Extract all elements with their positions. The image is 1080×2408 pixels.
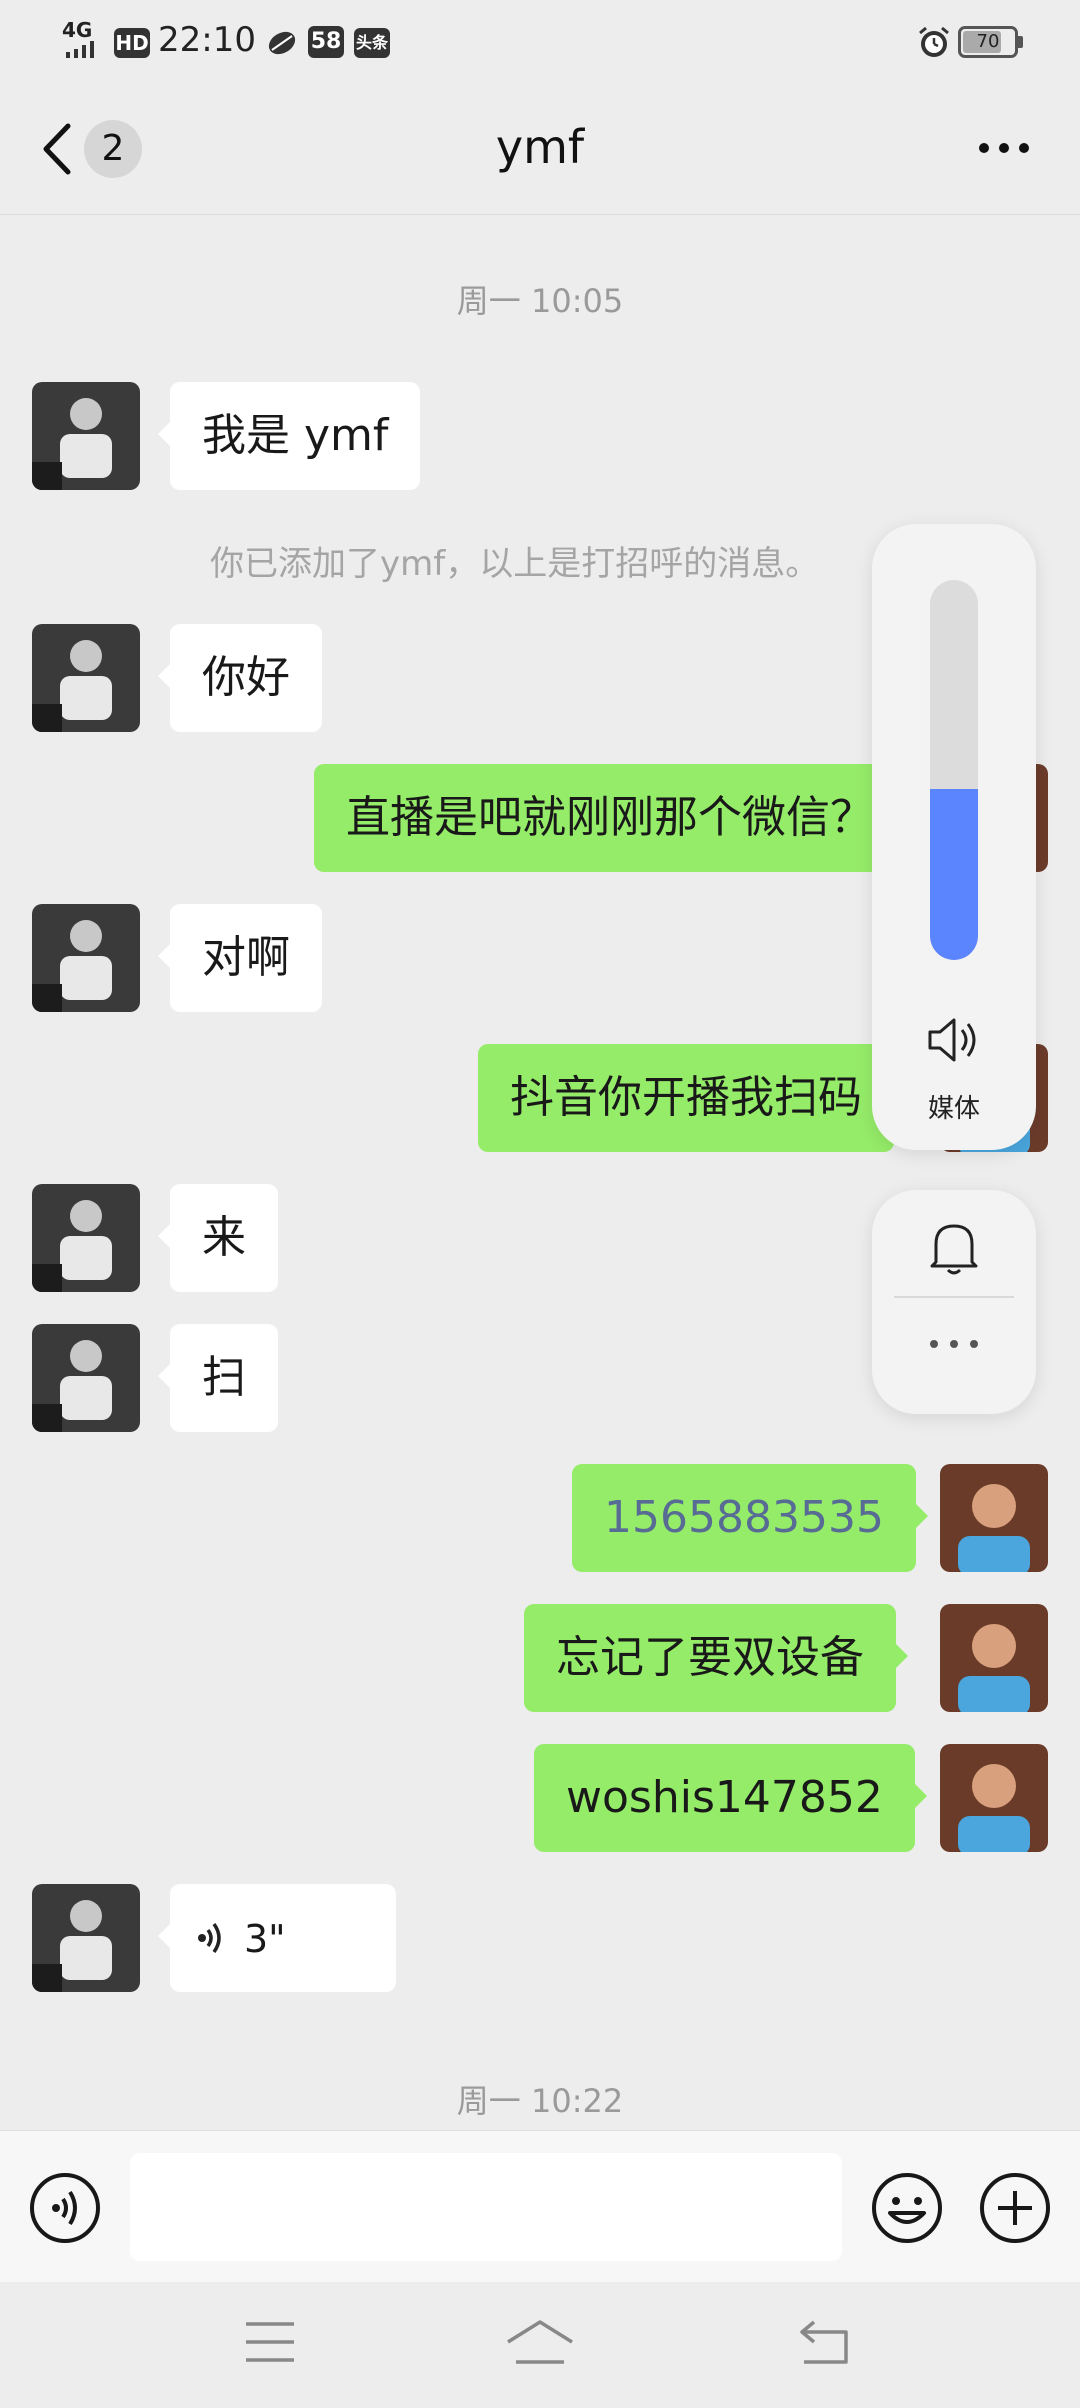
- signal-icon: [66, 41, 94, 58]
- clock: 22:10: [158, 20, 256, 60]
- message-input[interactable]: [130, 2153, 842, 2261]
- voice-message-bubble[interactable]: 3": [158, 1884, 396, 1992]
- avatar[interactable]: [940, 1744, 1048, 1852]
- home-icon[interactable]: [504, 2318, 576, 2366]
- volume-fill: [930, 789, 978, 960]
- avatar[interactable]: [32, 1324, 140, 1432]
- message-bubble[interactable]: 我是 ymf: [157, 382, 421, 490]
- battery-icon: 70: [958, 26, 1018, 58]
- battery-level: 70: [976, 31, 1000, 52]
- avatar[interactable]: [940, 1604, 1048, 1712]
- phone-number-bubble[interactable]: 1565883535: [572, 1464, 928, 1572]
- avatar[interactable]: [32, 1884, 140, 1992]
- voice-wave-icon: [198, 1922, 221, 1954]
- message-bubble[interactable]: 扫: [158, 1324, 278, 1432]
- avatar[interactable]: [940, 1464, 1048, 1572]
- alarm-icon: [919, 26, 949, 57]
- more-dots-icon[interactable]: [976, 138, 1032, 158]
- timestamp: 周一 10:05: [456, 282, 624, 320]
- leaf-icon: [268, 31, 296, 55]
- avatar[interactable]: [32, 382, 140, 490]
- volume-label: 媒体: [927, 1094, 980, 1124]
- voice-duration: 3": [244, 1917, 286, 1961]
- message-bubble[interactable]: woshis147852: [534, 1744, 927, 1852]
- input-bar: [0, 2130, 1080, 2283]
- chat-header: 2 ymf: [0, 84, 1080, 215]
- system-notice: 你已添加了ymf，以上是打招呼的消息。: [210, 544, 820, 584]
- timestamp: 周一 10:22: [456, 2082, 624, 2120]
- emoji-icon[interactable]: [870, 2171, 944, 2245]
- menu-icon[interactable]: [244, 2320, 296, 2364]
- bell-icon[interactable]: [926, 1218, 982, 1278]
- message-bubble[interactable]: 来: [158, 1184, 278, 1292]
- avatar[interactable]: [32, 624, 140, 732]
- status-bar: 4G HD 22:10 58 头条 70: [0, 0, 1080, 84]
- app-badge: 58: [308, 26, 344, 58]
- plus-icon[interactable]: [978, 2171, 1052, 2245]
- message-bubble[interactable]: 对啊: [158, 904, 322, 1012]
- system-navigation-bar: [0, 2282, 1080, 2408]
- network-type: 4G: [62, 18, 93, 42]
- divider: [894, 1296, 1014, 1298]
- battery-tip: [1018, 36, 1023, 48]
- back-icon[interactable]: [796, 2318, 852, 2366]
- volume-panel: 媒体: [872, 524, 1036, 1150]
- message-bubble[interactable]: 忘记了要双设备: [524, 1604, 908, 1712]
- message-bubble[interactable]: 直播是吧就刚刚那个微信？: [314, 764, 906, 872]
- chat-title: ymf: [495, 120, 585, 174]
- avatar[interactable]: [32, 904, 140, 1012]
- sound-mode-panel: [872, 1190, 1036, 1414]
- more-dots-icon[interactable]: [926, 1338, 982, 1350]
- message-bubble[interactable]: 抖音你开播我扫码: [478, 1044, 894, 1152]
- hd-badge: HD: [114, 28, 150, 58]
- voice-icon[interactable]: [28, 2171, 102, 2245]
- volume-slider[interactable]: [930, 580, 978, 960]
- message-bubble[interactable]: 你好: [158, 624, 322, 732]
- speaker-icon[interactable]: [926, 1016, 982, 1064]
- avatar[interactable]: [32, 1184, 140, 1292]
- news-badge: 头条: [354, 28, 390, 58]
